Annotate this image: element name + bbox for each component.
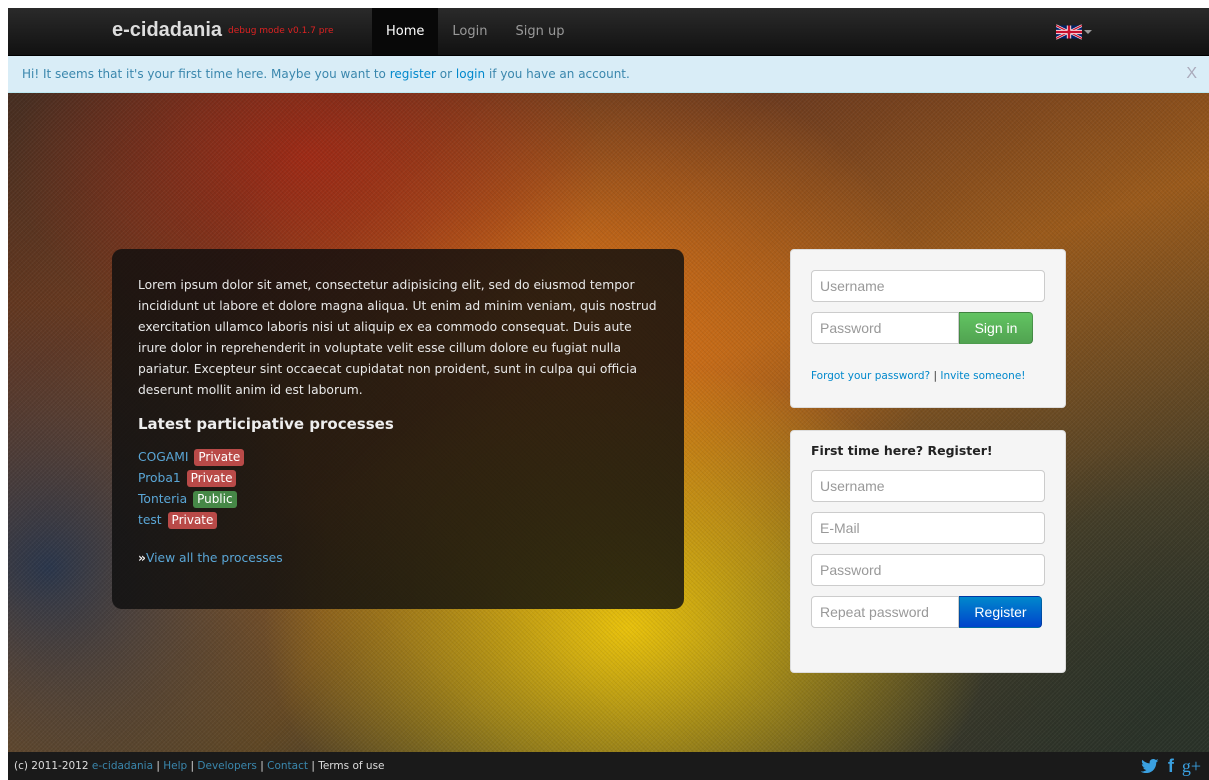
login-form: Sign in Forgot your password? | Invite s… bbox=[790, 249, 1066, 408]
email-field[interactable] bbox=[811, 512, 1045, 544]
process-link[interactable]: test bbox=[138, 513, 162, 527]
social-links: f g+ bbox=[1140, 752, 1201, 780]
uk-flag-icon[interactable] bbox=[1056, 24, 1082, 40]
footer-separator: | bbox=[307, 760, 319, 772]
forgot-password-link[interactable]: Forgot your password? bbox=[811, 370, 930, 382]
nav-home[interactable]: Home bbox=[372, 8, 439, 55]
brand-link[interactable]: e-cidadania debug mode v0.1.7 pre bbox=[112, 19, 334, 42]
status-badge: Public bbox=[193, 491, 237, 508]
password-row: Sign in bbox=[811, 312, 1045, 354]
nav-login[interactable]: Login bbox=[438, 8, 501, 55]
alert-text: Hi! It seems that it's your first time h… bbox=[22, 67, 390, 81]
main-nav: Home Login Sign up bbox=[372, 8, 578, 55]
view-all-row: »View all the processes bbox=[138, 551, 658, 565]
footer-separator: | bbox=[153, 760, 164, 772]
version-label: debug mode v0.1.7 pre bbox=[228, 25, 334, 36]
status-badge: Private bbox=[194, 449, 245, 466]
status-badge: Private bbox=[167, 512, 218, 529]
links-separator: | bbox=[930, 370, 941, 382]
alert-message: Hi! It seems that it's your first time h… bbox=[22, 56, 630, 92]
password-input[interactable] bbox=[811, 312, 959, 344]
repeat-password-input[interactable] bbox=[811, 596, 959, 628]
footer-separator: | bbox=[256, 760, 268, 772]
google-plus-icon[interactable]: g+ bbox=[1182, 752, 1201, 780]
brand-name: e-cidadania bbox=[112, 19, 223, 41]
view-all-prefix: » bbox=[138, 551, 146, 565]
nav-signup[interactable]: Sign up bbox=[501, 8, 578, 55]
invite-link[interactable]: Invite someone! bbox=[940, 370, 1025, 382]
welcome-alert: Hi! It seems that it's your first time h… bbox=[8, 56, 1209, 93]
footer: (c) 2011-2012 e-cidadania | Help | Devel… bbox=[8, 752, 1209, 780]
list-item: COGAMI Private bbox=[138, 447, 658, 468]
footer-site-link[interactable]: e-cidadania bbox=[92, 760, 153, 772]
intro-panel: Lorem ipsum dolor sit amet, consectetur … bbox=[112, 249, 684, 609]
list-item: Proba1 Private bbox=[138, 468, 658, 489]
list-item: test Private bbox=[138, 510, 658, 531]
page: e-cidadania debug mode v0.1.7 pre Home Lo… bbox=[8, 8, 1209, 780]
alert-text: or bbox=[435, 67, 456, 81]
status-badge: Private bbox=[186, 470, 237, 487]
close-icon[interactable]: X bbox=[1186, 56, 1197, 92]
process-link[interactable]: Proba1 bbox=[138, 471, 181, 485]
alert-login-link[interactable]: login bbox=[456, 67, 485, 81]
copyright: (c) 2011-2012 bbox=[14, 760, 92, 772]
footer-developers-link[interactable]: Developers bbox=[197, 760, 256, 772]
intro-paragraph: Lorem ipsum dolor sit amet, consectetur … bbox=[138, 278, 657, 397]
register-button[interactable]: Register bbox=[959, 596, 1042, 628]
login-links: Forgot your password? | Invite someone! bbox=[811, 370, 1045, 382]
register-username-input[interactable] bbox=[811, 470, 1045, 502]
footer-text: (c) 2011-2012 e-cidadania | Help | Devel… bbox=[14, 752, 385, 780]
username-input[interactable] bbox=[811, 270, 1045, 302]
navbar: e-cidadania debug mode v0.1.7 pre Home Lo… bbox=[8, 8, 1209, 56]
register-password-input[interactable] bbox=[811, 554, 1045, 586]
footer-separator: | bbox=[187, 760, 198, 772]
twitter-icon[interactable] bbox=[1140, 759, 1160, 773]
facebook-icon[interactable]: f bbox=[1168, 752, 1174, 780]
process-link[interactable]: Tonteria bbox=[138, 492, 187, 506]
register-title: First time here? Register! bbox=[811, 443, 993, 458]
process-link[interactable]: COGAMI bbox=[138, 450, 188, 464]
process-list: COGAMI Private Proba1 Private Tonteria P… bbox=[138, 447, 658, 531]
alert-register-link[interactable]: register bbox=[390, 67, 436, 81]
view-all-link[interactable]: View all the processes bbox=[146, 551, 283, 565]
alert-text: if you have an account. bbox=[485, 67, 630, 81]
repeat-password-row: Register bbox=[811, 596, 1045, 638]
list-item: Tonteria Public bbox=[138, 489, 658, 510]
register-form: First time here? Register! Register bbox=[790, 430, 1066, 673]
chevron-down-icon[interactable] bbox=[1084, 30, 1092, 34]
footer-terms: Terms of use bbox=[318, 760, 385, 772]
processes-title: Latest participative processes bbox=[138, 415, 394, 433]
footer-contact-link[interactable]: Contact bbox=[267, 760, 308, 772]
sign-in-button[interactable]: Sign in bbox=[959, 312, 1033, 344]
footer-help-link[interactable]: Help bbox=[163, 760, 187, 772]
